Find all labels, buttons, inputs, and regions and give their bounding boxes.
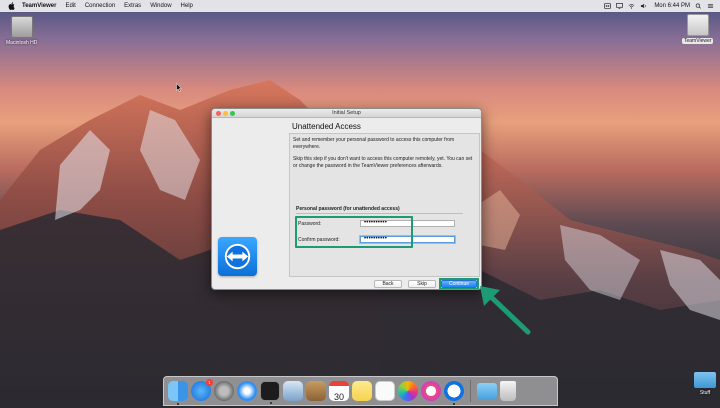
minimize-window-button[interactable] xyxy=(223,111,228,116)
menubar: TeamViewer Edit Connection Extras Window… xyxy=(0,0,720,12)
running-indicator xyxy=(270,402,272,404)
description-text: Set and remember your personal password … xyxy=(293,137,455,151)
menu-window[interactable]: Window xyxy=(150,3,171,9)
teamviewer-logo-icon xyxy=(218,237,257,276)
contacts-icon[interactable] xyxy=(306,381,326,401)
itunes-icon[interactable] xyxy=(421,381,441,401)
skip-button[interactable]: Skip xyxy=(408,280,436,288)
reminders-icon[interactable] xyxy=(375,381,395,401)
window-controls xyxy=(216,111,235,116)
desktop-icon-label: TeamViewer xyxy=(682,38,714,44)
setup-content: Unattended Access Set and remember your … xyxy=(289,118,481,278)
skip-description-text: Skip this step if you don't want to acce… xyxy=(293,156,473,170)
continue-button-highlight xyxy=(439,278,479,289)
display-icon[interactable] xyxy=(616,3,624,9)
menu-app-name[interactable]: TeamViewer xyxy=(22,3,56,9)
wifi-icon[interactable] xyxy=(628,3,635,9)
password-group-title: Personal password (for unattended access… xyxy=(296,206,400,212)
back-button[interactable]: Back xyxy=(374,280,402,288)
teamviewer-icon[interactable] xyxy=(444,381,464,405)
app-store-icon[interactable]: 1 xyxy=(191,379,213,401)
menu-help[interactable]: Help xyxy=(181,3,193,9)
hard-drive-icon xyxy=(10,16,33,38)
preview-icon[interactable] xyxy=(283,381,303,401)
folder-icon xyxy=(694,372,716,388)
notification-badge: 1 xyxy=(206,379,213,386)
notification-center-icon[interactable] xyxy=(707,3,714,9)
teamviewer-status-icon[interactable] xyxy=(604,3,612,9)
setup-sidebar xyxy=(212,118,287,280)
spotlight-icon[interactable] xyxy=(695,3,702,9)
page-title: Unattended Access xyxy=(292,122,361,131)
password-fields-highlight xyxy=(295,216,413,248)
apple-icon[interactable] xyxy=(8,2,15,10)
desktop-icon-macintosh-hd[interactable]: Macintosh HD xyxy=(6,16,37,46)
running-indicator xyxy=(177,403,179,405)
trash-icon[interactable] xyxy=(500,381,516,401)
mouse-cursor-icon xyxy=(176,83,182,92)
menu-edit[interactable]: Edit xyxy=(65,3,75,9)
dock: 1 30 xyxy=(163,376,558,406)
zoom-window-button[interactable] xyxy=(230,111,235,116)
calendar-icon[interactable]: 30 xyxy=(329,381,349,402)
menubar-clock[interactable]: Mon 6:44 PM xyxy=(654,3,690,9)
running-indicator xyxy=(453,403,455,405)
menubar-status-area: Mon 6:44 PM xyxy=(604,0,714,12)
calendar-day: 30 xyxy=(333,392,344,402)
close-window-button[interactable] xyxy=(216,111,221,116)
disk-image-icon xyxy=(686,14,709,36)
terminal-icon[interactable] xyxy=(260,381,280,404)
menu-connection[interactable]: Connection xyxy=(85,3,115,9)
window-title: Initial Setup xyxy=(332,110,361,116)
system-preferences-icon[interactable] xyxy=(214,381,234,401)
dock-separator xyxy=(470,380,471,402)
window-footer: Back Skip Continue xyxy=(212,278,481,289)
window-titlebar[interactable]: Initial Setup xyxy=(212,109,481,118)
desktop-icon-label: Stuff xyxy=(699,390,711,396)
annotation-arrow-icon xyxy=(480,286,531,335)
folder-icon[interactable] xyxy=(477,383,497,399)
desktop-icon-label: Macintosh HD xyxy=(6,40,38,46)
notes-icon[interactable] xyxy=(352,381,372,401)
desktop-icon-stuff-folder[interactable]: Stuff xyxy=(694,372,716,396)
safari-icon[interactable] xyxy=(237,381,257,401)
group-divider xyxy=(296,213,463,214)
finder-icon[interactable] xyxy=(168,381,188,405)
initial-setup-window: Initial Setup Unattended Access Set and … xyxy=(211,108,482,290)
setup-panel: Set and remember your personal password … xyxy=(289,133,480,277)
volume-icon[interactable] xyxy=(640,3,647,9)
desktop-icon-teamviewer[interactable]: TeamViewer xyxy=(682,14,714,44)
menu-extras[interactable]: Extras xyxy=(124,3,141,9)
photos-icon[interactable] xyxy=(398,381,418,401)
